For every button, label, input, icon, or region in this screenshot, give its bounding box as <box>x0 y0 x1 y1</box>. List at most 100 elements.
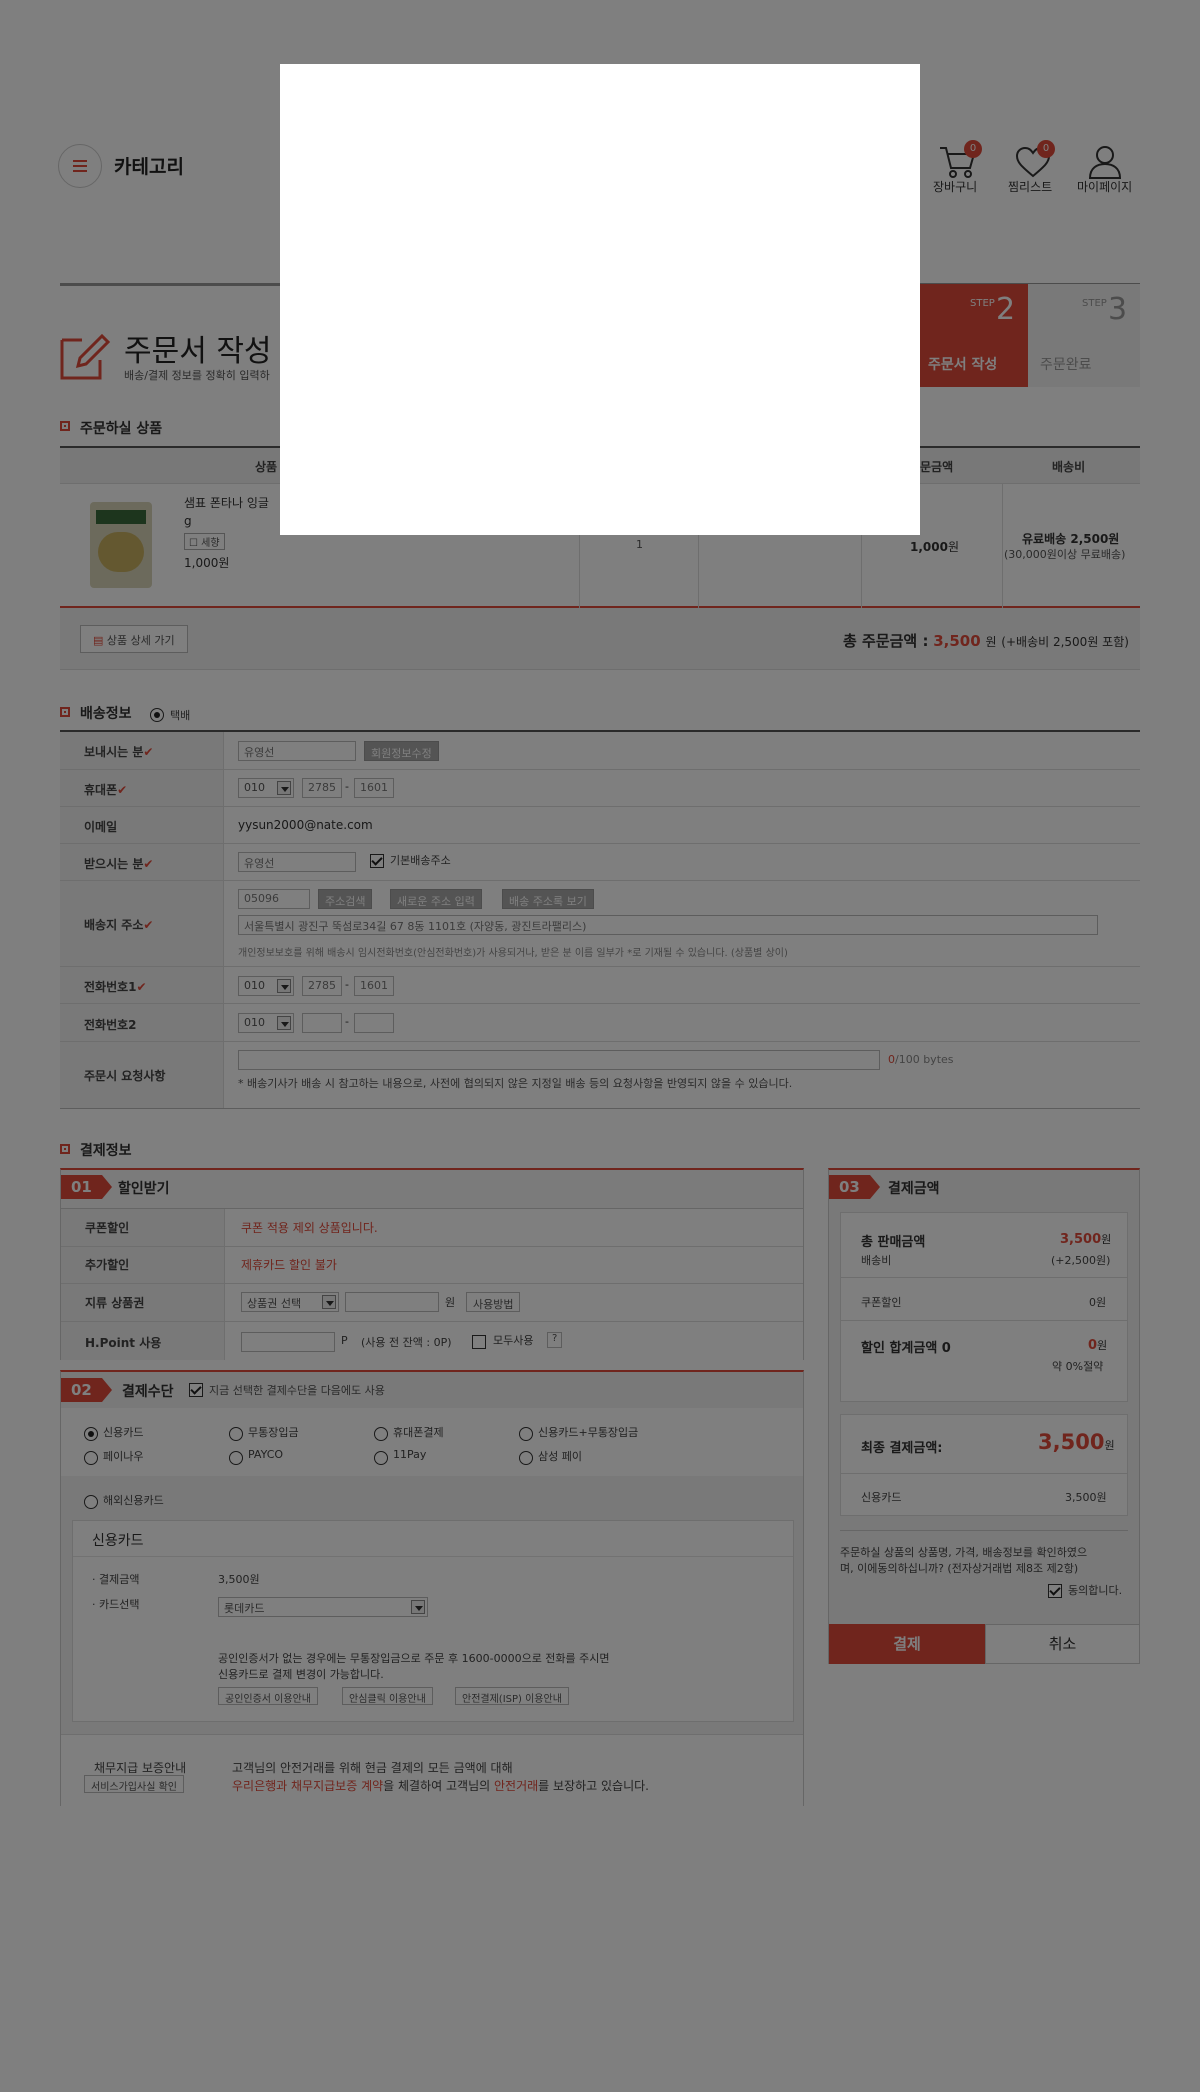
gift-card-amount-input[interactable] <box>345 1292 439 1312</box>
tel2-middle-input[interactable] <box>302 1013 342 1033</box>
delivery-section-bullet <box>60 707 70 717</box>
product-name[interactable]: 샘표 폰타나 잉글 <box>184 494 269 511</box>
card-select[interactable]: 롯데카드 <box>218 1597 428 1617</box>
product-option: 세향 <box>201 538 220 549</box>
hpoint-help-button[interactable]: ? <box>547 1332 563 1348</box>
phone-last-input[interactable]: 1601 <box>354 778 394 798</box>
cert-note-line2: 신용카드로 결제 변경이 가능합니다. <box>218 1668 384 1681</box>
product-qty: 1 <box>636 538 643 551</box>
product-weight: g <box>184 514 192 528</box>
row-divider <box>60 1041 1140 1042</box>
edit-member-info-button[interactable]: 회원정보수정 <box>364 741 439 761</box>
phone-middle-input[interactable]: 2785 <box>302 778 342 798</box>
payment-method-step-number: 02 <box>61 1378 112 1402</box>
agree-checkbox[interactable] <box>1048 1584 1062 1598</box>
step-3-prefix: STEP <box>1082 298 1107 309</box>
discount-total-label: 할인 합계금액 0 <box>861 1341 951 1356</box>
category-button[interactable] <box>58 144 102 188</box>
chevron-down-icon <box>277 1016 291 1030</box>
cancel-button[interactable]: 취소 <box>985 1624 1140 1664</box>
option-credit-card[interactable] <box>84 1427 98 1441</box>
order-total-unit: 원 <box>985 635 997 649</box>
safe-click-guide-button[interactable]: 안심클릭 이용안내 <box>342 1687 433 1705</box>
row-divider <box>61 1246 803 1247</box>
option-samsung-pay[interactable] <box>519 1451 533 1465</box>
tel1-last-input[interactable]: 1601 <box>354 976 394 996</box>
card-amount-label: · 결제금액 <box>92 1573 140 1586</box>
phone-prefix-value: 010 <box>244 781 265 794</box>
request-input[interactable] <box>238 1050 880 1070</box>
agree-label: 동의합니다. <box>1068 1584 1123 1597</box>
row-divider <box>60 966 1140 967</box>
pay-button[interactable]: 결제 <box>829 1624 985 1664</box>
address-label-text: 배송지 주소 <box>84 918 144 932</box>
mypage-link[interactable]: 마이페이지 <box>1075 140 1135 196</box>
credit-card-box <box>72 1520 794 1722</box>
category-label[interactable]: 카테고리 <box>114 152 184 179</box>
tel2-last-input[interactable] <box>354 1013 394 1033</box>
option-card-plus-transfer[interactable] <box>519 1427 533 1441</box>
gift-card-select[interactable]: 상품권 선택 <box>241 1292 339 1312</box>
service-join-confirm-button[interactable]: 서비스가입사실 확인 <box>84 1775 184 1793</box>
total-sales-label: 총 판매금액 <box>861 1235 926 1250</box>
option-payco[interactable] <box>229 1451 243 1465</box>
tel1-prefix-select[interactable]: 010 <box>238 976 294 996</box>
option-11pay[interactable] <box>374 1451 388 1465</box>
cert-guide-button[interactable]: 공인인증서 이용안내 <box>218 1687 318 1705</box>
product-detail-button[interactable]: ▤ 상품 상세 가기 <box>80 625 188 653</box>
total-sales-unit: 원 <box>1101 1233 1112 1246</box>
zipcode-input[interactable]: 05096 <box>238 889 310 909</box>
address-search-button[interactable]: 주소검색 <box>318 889 373 909</box>
delivery-method-radio[interactable] <box>150 708 164 722</box>
phone-dash: - <box>345 780 349 793</box>
modal-dialog[interactable] <box>280 64 920 535</box>
address-detail-input[interactable]: 서울특별시 광진구 뚝섬로34길 67 8동 1101호 (자양동, 광진트라팰… <box>238 915 1098 935</box>
final-amount-label: 최종 결제금액: <box>861 1441 943 1456</box>
option-mobile[interactable] <box>374 1427 388 1441</box>
hpoint-use-all-checkbox[interactable] <box>472 1335 486 1349</box>
tel1-label: 전화번호1✔ <box>84 980 147 994</box>
row-divider <box>60 806 1140 807</box>
remember-method-checkbox[interactable] <box>189 1383 203 1397</box>
tel1-middle-input[interactable]: 2785 <box>302 976 342 996</box>
option-paynow[interactable] <box>84 1451 98 1465</box>
col-amount: 문금액 <box>920 460 954 474</box>
discount-total-value: 0 <box>1088 1338 1098 1353</box>
product-thumbnail[interactable] <box>90 502 152 588</box>
address-book-button[interactable]: 배송 주소록 보기 <box>502 889 594 909</box>
summary-divider <box>841 1277 1127 1278</box>
discount-total-amount: 0원 <box>1088 1337 1107 1353</box>
product-amount-value: 1,000 <box>910 540 948 554</box>
extra-discount-label: 추가할인 <box>85 1258 130 1272</box>
sender-input[interactable]: 유영선 <box>238 741 356 761</box>
address-label: 배송지 주소✔ <box>84 918 154 932</box>
product-amount-unit: 원 <box>947 540 960 554</box>
option-mobile-label: 휴대폰결제 <box>393 1426 444 1439</box>
guarantee-line2-end: 를 보장하고 있습니다. <box>538 1779 649 1793</box>
option-overseas-card[interactable] <box>84 1495 98 1509</box>
cart-count-badge: 0 <box>964 140 982 158</box>
receiver-input[interactable]: 유영선 <box>238 852 356 872</box>
gift-card-select-value: 상품권 선택 <box>247 1297 302 1310</box>
row-divider <box>60 1003 1140 1004</box>
address-notice: 개인정보보호를 위해 배송시 임시전화번호(안심전화번호)가 사용되거나, 받은… <box>238 948 788 959</box>
shipping-note: (30,000원이상 무료배송) <box>1004 548 1126 561</box>
gift-card-howto-button[interactable]: 사용방법 <box>466 1292 521 1312</box>
step-2-label: 주문서 작성 <box>928 357 998 373</box>
cart-link[interactable]: 0 장바구니 <box>930 140 986 196</box>
new-address-button[interactable]: 새로운 주소 입력 <box>390 889 482 909</box>
isp-guide-button[interactable]: 안전결제(ISP) 이용안내 <box>455 1687 569 1705</box>
page-subtitle: 배송/결제 정보를 정확히 입력하 <box>124 369 270 382</box>
tel2-dash: - <box>345 1015 349 1028</box>
final-amount: 3,500원 <box>1038 1430 1115 1454</box>
hpoint-input[interactable] <box>241 1332 335 1352</box>
tel2-prefix-select[interactable]: 010 <box>238 1013 294 1033</box>
option-bank-transfer[interactable] <box>229 1427 243 1441</box>
product-price: 1,000원 <box>184 556 230 570</box>
step-2-number: 2 <box>996 292 1016 327</box>
wishlist-link[interactable]: 0 찜리스트 <box>1005 140 1061 196</box>
phone-prefix-select[interactable]: 010 <box>238 778 294 798</box>
default-address-checkbox[interactable] <box>370 854 384 868</box>
delivery-method-label: 택배 <box>170 709 191 722</box>
payment-options-area <box>61 1408 803 1476</box>
